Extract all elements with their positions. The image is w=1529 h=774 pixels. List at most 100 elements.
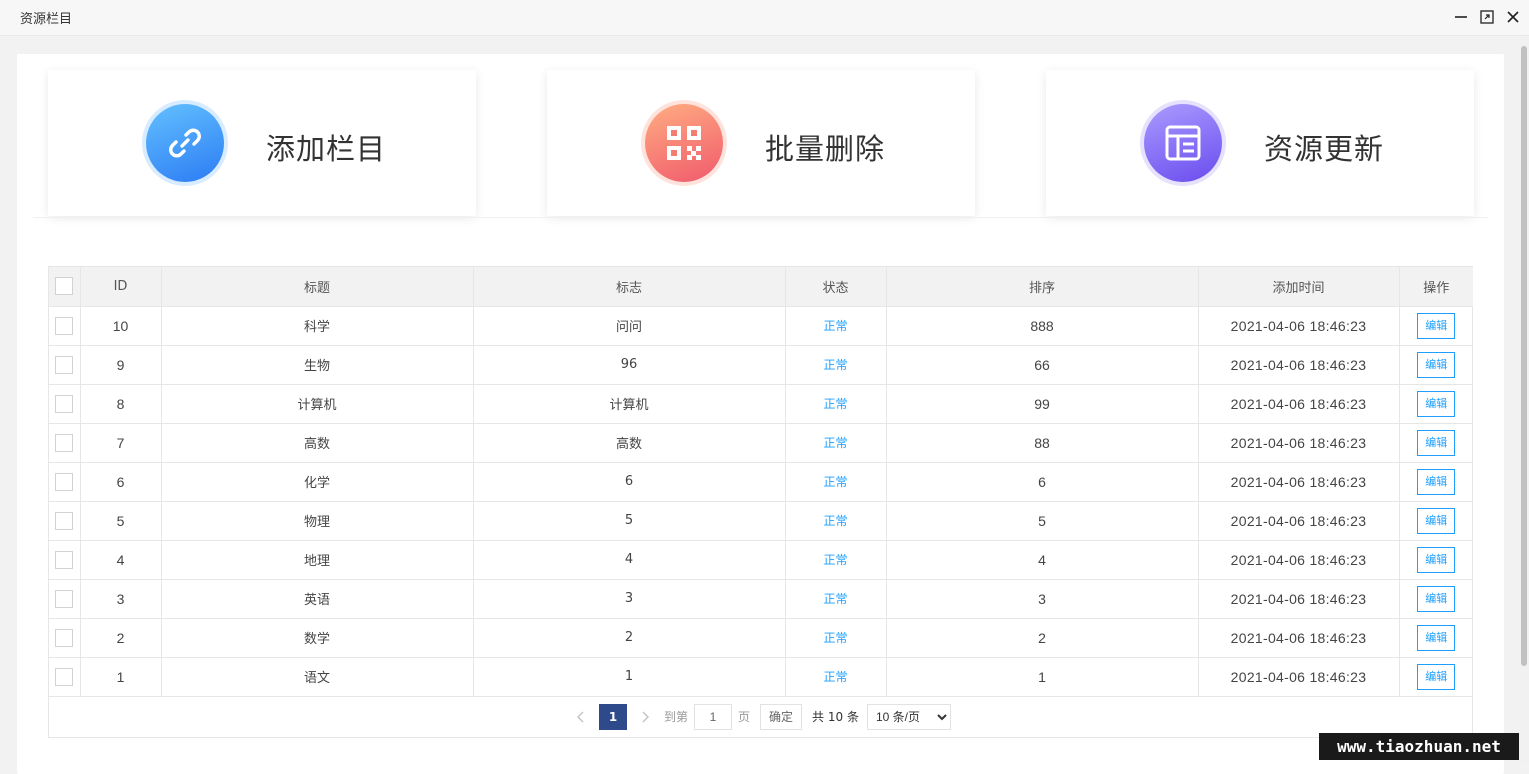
cell-status: 正常 (785, 423, 887, 463)
cell-action: 编辑 (1399, 618, 1473, 658)
cell-flag: 1 (473, 657, 786, 697)
row-checkbox[interactable] (55, 394, 74, 413)
cell-flag: 3 (473, 579, 786, 619)
column-header[interactable]: 添加时间 (1198, 267, 1400, 307)
add-column-card[interactable]: 添加栏目 (48, 70, 476, 216)
action-cards: 添加栏目 批量删除 资源更新 (48, 70, 1474, 218)
pagination: 1 到第 页 确定 共 10 条 10 条/页 (49, 697, 1472, 737)
cell-action: 编辑 (1399, 345, 1473, 385)
row-checkbox[interactable] (55, 433, 74, 452)
close-icon[interactable] (1505, 9, 1521, 25)
column-header: 操作 (1399, 267, 1473, 307)
row-checkbox[interactable] (55, 472, 74, 491)
window-titlebar: 资源栏目 (0, 0, 1529, 36)
table-row: 10 科学 问问 正常 888 2021-04-06 18:46:23 编辑 (49, 306, 1473, 346)
cell-status: 正常 (785, 384, 887, 424)
resource-update-label: 资源更新 (1264, 132, 1385, 166)
minimize-icon[interactable] (1453, 9, 1469, 25)
cell-status: 正常 (785, 618, 887, 658)
layout-icon (1144, 104, 1222, 182)
cell-action: 编辑 (1399, 579, 1473, 619)
cell-time: 2021-04-06 18:46:23 (1198, 579, 1400, 619)
divider (33, 217, 1488, 218)
edit-button[interactable]: 编辑 (1417, 351, 1456, 378)
cell-status: 正常 (785, 501, 887, 541)
cell-id: 4 (80, 540, 162, 580)
cell-sort: 99 (886, 384, 1199, 424)
goto-page-input[interactable] (694, 703, 733, 730)
cell-flag: 问问 (473, 306, 786, 346)
edit-button[interactable]: 编辑 (1417, 390, 1456, 417)
cell-sort: 88 (886, 423, 1199, 463)
page-unit-label: 页 (738, 710, 751, 724)
row-checkbox[interactable] (55, 355, 74, 374)
row-select-cell (49, 345, 81, 385)
row-checkbox[interactable] (55, 667, 74, 686)
add-column-label: 添加栏目 (266, 132, 387, 166)
next-page-icon[interactable] (632, 704, 658, 730)
row-checkbox[interactable] (55, 316, 74, 335)
total-count: 共 10 条 (812, 710, 859, 724)
column-header[interactable]: 标志 (473, 267, 786, 307)
select-all-checkbox[interactable] (55, 277, 74, 296)
column-header[interactable]: 状态 (785, 267, 887, 307)
row-select-cell (49, 462, 81, 502)
edit-button[interactable]: 编辑 (1417, 663, 1456, 690)
edit-button[interactable]: 编辑 (1417, 312, 1456, 339)
cell-title: 地理 (161, 540, 474, 580)
cell-action: 编辑 (1399, 306, 1473, 346)
cell-flag: 2 (473, 618, 786, 658)
cell-action: 编辑 (1399, 657, 1473, 697)
status-badge: 正常 (823, 436, 848, 450)
resource-update-card[interactable]: 资源更新 (1046, 70, 1474, 216)
cell-action: 编辑 (1399, 501, 1473, 541)
window-title: 资源栏目 (20, 12, 73, 27)
row-checkbox[interactable] (55, 511, 74, 530)
cell-sort: 3 (886, 579, 1199, 619)
column-header[interactable]: ID (80, 267, 162, 307)
table-row: 9 生物 96 正常 66 2021-04-06 18:46:23 编辑 (49, 345, 1473, 385)
cell-action: 编辑 (1399, 423, 1473, 463)
table-row: 5 物理 5 正常 5 2021-04-06 18:46:23 编辑 (49, 501, 1473, 541)
edit-button[interactable]: 编辑 (1417, 507, 1456, 534)
cell-action: 编辑 (1399, 540, 1473, 580)
scrollbar-thumb[interactable] (1521, 46, 1527, 666)
row-select-cell (49, 540, 81, 580)
column-header[interactable]: 标题 (161, 267, 474, 307)
status-badge: 正常 (823, 475, 848, 489)
cell-sort: 6 (886, 462, 1199, 502)
edit-button[interactable]: 编辑 (1417, 468, 1456, 495)
batch-delete-card[interactable]: 批量删除 (547, 70, 975, 216)
edit-button[interactable]: 编辑 (1417, 585, 1456, 612)
cell-flag: 4 (473, 540, 786, 580)
row-checkbox[interactable] (55, 589, 74, 608)
edit-button[interactable]: 编辑 (1417, 546, 1456, 573)
cell-flag: 5 (473, 501, 786, 541)
cell-title: 物理 (161, 501, 474, 541)
status-badge: 正常 (823, 319, 848, 333)
cell-id: 9 (80, 345, 162, 385)
cell-title: 化学 (161, 462, 474, 502)
goto-confirm-button[interactable]: 确定 (760, 703, 803, 730)
row-checkbox[interactable] (55, 550, 74, 569)
scrollbar[interactable] (1519, 36, 1529, 763)
cell-title: 语文 (161, 657, 474, 697)
cell-status: 正常 (785, 345, 887, 385)
row-select-cell (49, 423, 81, 463)
column-header[interactable]: 排序 (886, 267, 1199, 307)
link-icon (146, 104, 224, 182)
status-badge: 正常 (823, 358, 848, 372)
table-row: 2 数学 2 正常 2 2021-04-06 18:46:23 编辑 (49, 618, 1473, 658)
cell-title: 数学 (161, 618, 474, 658)
table-row: 1 语文 1 正常 1 2021-04-06 18:46:23 编辑 (49, 657, 1473, 697)
current-page[interactable]: 1 (599, 703, 627, 730)
prev-page-icon[interactable] (568, 704, 594, 730)
edit-button[interactable]: 编辑 (1417, 624, 1456, 651)
page-size-select[interactable]: 10 条/页 (866, 703, 951, 730)
table-row: 8 计算机 计算机 正常 99 2021-04-06 18:46:23 编辑 (49, 384, 1473, 424)
row-checkbox[interactable] (55, 628, 74, 647)
cell-time: 2021-04-06 18:46:23 (1198, 501, 1400, 541)
maximize-icon[interactable] (1479, 9, 1495, 25)
edit-button[interactable]: 编辑 (1417, 429, 1456, 456)
row-select-cell (49, 657, 81, 697)
